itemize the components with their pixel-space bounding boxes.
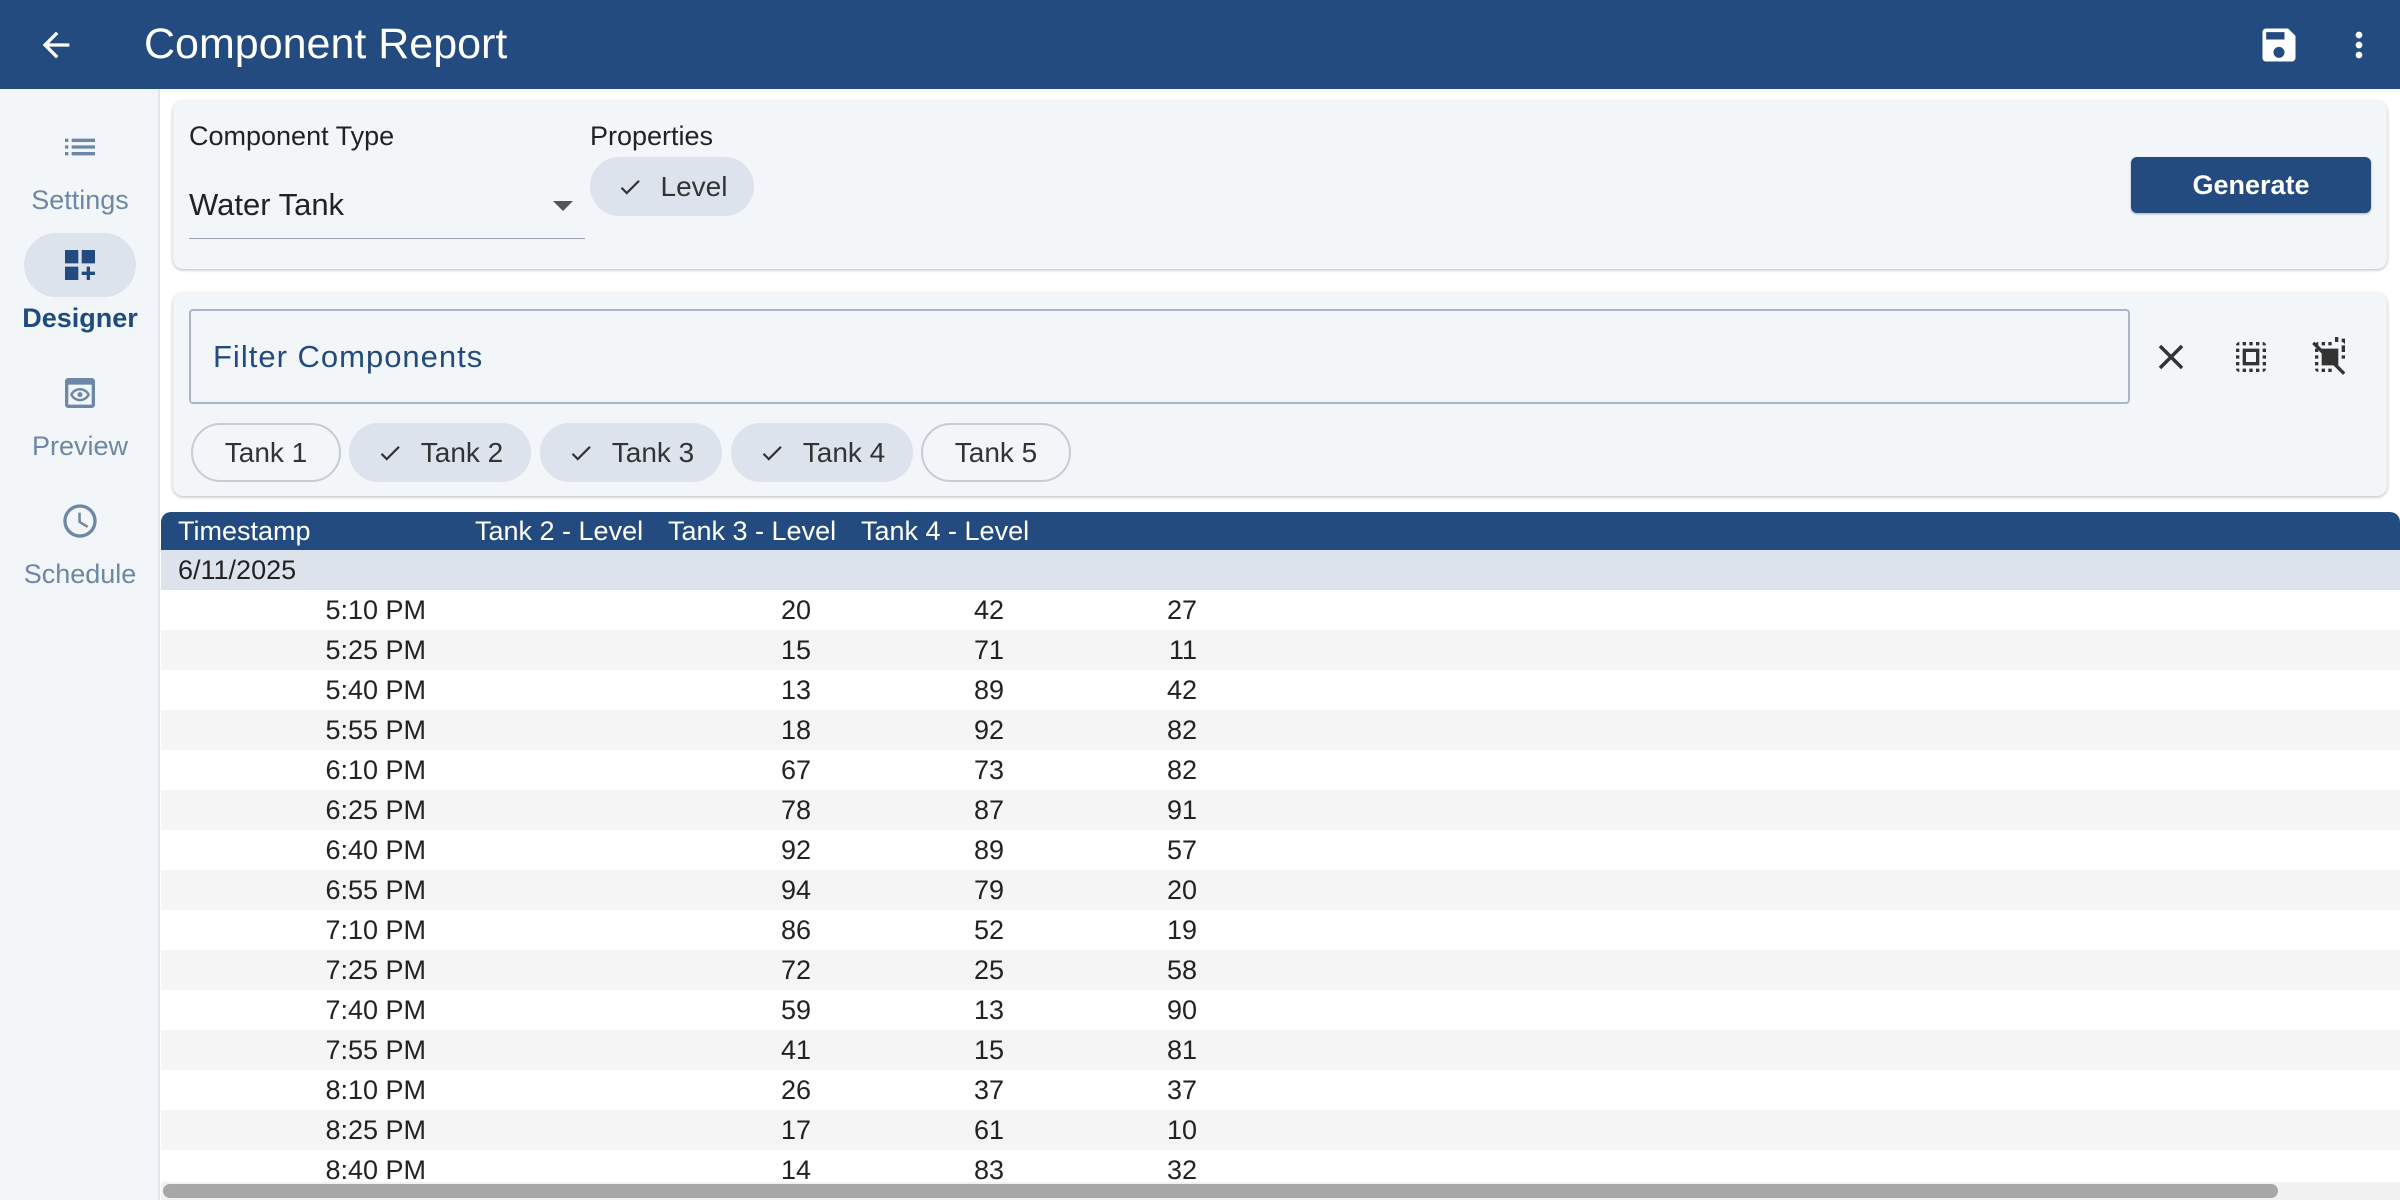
property-chip-level[interactable]: Level [590, 157, 754, 216]
chip-label: Tank 3 [611, 436, 695, 468]
list-icon [65, 138, 95, 156]
rail-pill [24, 489, 136, 553]
table-row: 6:40 PM 92 89 57 [161, 830, 2400, 870]
table-header: Timestamp Tank 2 - Level Tank 3 - Level … [161, 512, 2400, 550]
cell-value: 37 [1166, 1075, 1197, 1105]
generate-button[interactable]: Generate [2131, 157, 2371, 213]
rail-pill [24, 233, 136, 297]
report-config-card: Component Type Water Tank Properties Lev… [173, 101, 2387, 269]
more-options-button[interactable] [2335, 21, 2383, 69]
select-all-button[interactable] [2223, 329, 2279, 385]
save-icon [2262, 28, 2296, 62]
save-button[interactable] [2255, 21, 2303, 69]
clock-icon [63, 504, 97, 538]
cell-value: 11 [1168, 635, 1197, 665]
back-button[interactable] [32, 21, 80, 69]
rail-item-preview[interactable]: Preview [0, 361, 160, 479]
rail-item-label: Schedule [23, 559, 137, 589]
table-row: 7:10 PM 86 52 19 [161, 910, 2400, 950]
component-chip-tank-1[interactable]: Tank 1 [191, 423, 341, 482]
rail-item-label: Preview [31, 431, 129, 461]
cell-value: 57 [1166, 835, 1197, 865]
component-type-value: Water Tank [189, 187, 345, 222]
filter-components-input[interactable] [213, 311, 2103, 402]
table-row: 5:10 PM 20 42 27 [161, 590, 2400, 630]
component-chip-tank-5[interactable]: Tank 5 [921, 423, 1071, 482]
check-icon [568, 440, 594, 466]
chip-label: Tank 4 [802, 436, 886, 468]
rail-item-label: Designer [22, 303, 138, 333]
deselect-all-button[interactable] [2302, 329, 2358, 385]
chip-label: Tank 5 [954, 436, 1038, 468]
check-icon [617, 174, 643, 200]
rail-item-label: Settings [31, 185, 129, 215]
more-vert-icon [2355, 31, 2363, 59]
table-row: 6:10 PM 67 73 82 [161, 750, 2400, 790]
horizontal-scrollbar[interactable] [161, 1182, 2400, 1200]
component-chip-tank-4[interactable]: Tank 4 [731, 423, 913, 482]
check-icon [759, 440, 785, 466]
table-row: 7:40 PM 59 13 90 [161, 990, 2400, 1030]
clear-filter-button[interactable] [2143, 329, 2199, 385]
component-type-select[interactable]: Water Tank [189, 171, 585, 239]
app-bar: Component Report [0, 0, 2400, 89]
clear-icon [2158, 344, 2184, 370]
rail-pill [24, 115, 136, 179]
header-tank-3-level[interactable]: Tank 3 - Level [668, 512, 836, 550]
header-tank-2-level[interactable]: Tank 2 - Level [475, 512, 643, 550]
navigation-rail: Settings Designer Preview Schedule [0, 89, 160, 1200]
cell-value: 42 [1166, 675, 1197, 705]
page-title: Component Report [144, 20, 508, 68]
table-row: 6:55 PM 94 79 20 [161, 870, 2400, 910]
cell-value: 27 [1166, 595, 1197, 625]
scrollbar-thumb[interactable] [163, 1184, 2278, 1198]
table-row: 8:10 PM 26 37 37 [161, 1070, 2400, 1110]
date-group-row: 6/11/2025 [161, 550, 2400, 590]
select-all-icon [2236, 342, 2266, 372]
cell-value: 82 [1166, 715, 1197, 745]
dropdown-arrow-icon [553, 201, 573, 211]
cell-value: 90 [1166, 995, 1197, 1025]
rail-pill [24, 361, 136, 425]
report-table: Timestamp Tank 2 - Level Tank 3 - Level … [161, 512, 2400, 1182]
chip-label: Tank 2 [420, 436, 504, 468]
table-body: 5:10 PM 20 42 27 5:25 PM 15 71 11 5:40 PM 13 89 42 5… [161, 590, 2400, 1182]
cell-value: 32 [1166, 1155, 1197, 1182]
table-row: 5:40 PM 13 89 42 [161, 670, 2400, 710]
chip-label: Level [660, 170, 728, 202]
rail-item-schedule[interactable]: Schedule [0, 489, 160, 607]
table-row: 8:40 PM 14 83 32 [161, 1150, 2400, 1182]
cell-value: 91 [1166, 795, 1197, 825]
cell-value: 10 [1166, 1115, 1197, 1145]
rail-item-designer[interactable]: Designer [0, 233, 160, 351]
filter-field[interactable] [189, 309, 2130, 404]
filter-card: Tank 1 Tank 2 Tank 3 Tank 4 Tank 5 [173, 293, 2387, 496]
table-row: 5:55 PM 18 92 82 [161, 710, 2400, 750]
cell-value: 19 [1166, 915, 1197, 945]
check-icon [377, 440, 403, 466]
deselect-all-icon [2312, 337, 2346, 375]
header-timestamp[interactable]: Timestamp [178, 512, 311, 550]
cell-value: 20 [1166, 875, 1197, 905]
table-row: 5:25 PM 15 71 11 [161, 630, 2400, 670]
cell-value: 81 [1166, 1035, 1197, 1065]
table-row: 6:25 PM 78 87 91 [161, 790, 2400, 830]
preview-eye-icon [65, 378, 95, 408]
component-type-label: Component Type [189, 121, 395, 151]
chip-label: Tank 1 [224, 436, 308, 468]
group-date: 6/11/2025 [178, 555, 297, 585]
cell-value: 82 [1166, 755, 1197, 785]
dashboard-add-icon [65, 250, 95, 280]
table-row: 8:25 PM 17 61 10 [161, 1110, 2400, 1150]
component-chip-tank-3[interactable]: Tank 3 [540, 423, 722, 482]
table-row: 7:25 PM 72 25 58 [161, 950, 2400, 990]
table-row: 7:55 PM 41 15 81 [161, 1030, 2400, 1070]
cell-value: 58 [1166, 955, 1197, 985]
arrow-back-icon [42, 31, 70, 59]
rail-item-settings[interactable]: Settings [0, 115, 160, 233]
properties-label: Properties [590, 121, 714, 151]
component-chip-tank-2[interactable]: Tank 2 [349, 423, 531, 482]
header-tank-4-level[interactable]: Tank 4 - Level [861, 512, 1029, 550]
